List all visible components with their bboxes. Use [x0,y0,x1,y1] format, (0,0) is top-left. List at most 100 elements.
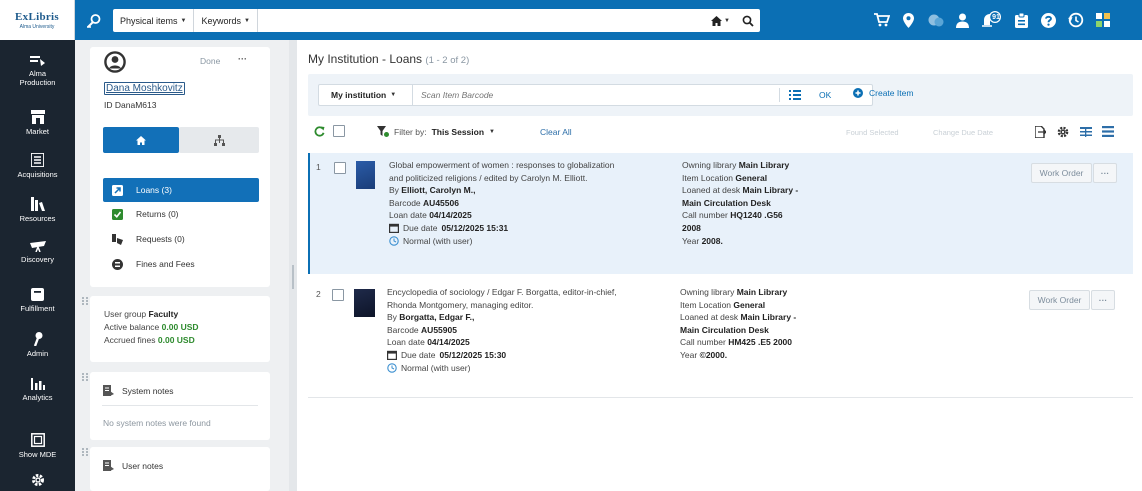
due-date-label: Due date [401,349,436,360]
hierarchy-icon [213,134,225,146]
columns-icon[interactable] [1080,127,1092,137]
chevron-down-icon: ▼ [489,128,495,135]
loan-title-line1[interactable]: Encyclopedia of sociology / Edgar F. Bor… [387,286,697,299]
owning-library-label: Owning library [682,160,737,170]
export-icon[interactable] [1035,126,1046,138]
nav-item-alma-production[interactable]: Alma Production [0,56,75,87]
loan-desk-label: Loaned at desk [680,312,739,323]
drag-handle-icon[interactable] [81,372,89,382]
page-count: (1 - 2 of 2) [425,55,470,66]
search-type-label: Physical items [120,15,178,26]
nav-item-settings[interactable] [0,473,75,490]
notes-icon [103,385,114,396]
found-selected-button[interactable]: Found Selected [846,128,899,137]
requests-icon [112,234,123,245]
nav-item-admin[interactable]: Admin [0,332,75,358]
loan-title-line2[interactable]: Rhonda Montgomery, managing editor. [387,299,697,312]
user-more-button[interactable]: ··· [238,54,247,64]
nav-item-discovery[interactable]: Discovery [0,241,75,264]
location-pin-icon[interactable] [900,10,917,30]
refresh-icon[interactable] [314,126,325,137]
search-field-label: Keywords [201,15,241,26]
clear-all-link[interactable]: Clear All [540,127,572,137]
panel-splitter[interactable] [289,40,297,491]
call-number-value: HQ1240 .G56 [730,210,783,221]
nav-item-market[interactable]: Market [0,110,75,136]
tab-hierarchy[interactable] [179,127,259,153]
user-name-link[interactable]: Dana Moshkovitz [104,82,185,95]
item-location-value: General [735,172,768,183]
create-item-button[interactable]: Create Item [853,88,913,98]
nav-item-fulfillment[interactable]: Fulfillment [0,288,75,313]
work-order-button[interactable]: Work Order [1031,163,1092,183]
menu-label: Requests (0) [136,234,185,244]
logo-text: ExLibris [15,10,59,23]
drag-handle-icon[interactable] [81,296,89,306]
search-icon[interactable] [742,15,754,27]
nav-item-analytics[interactable]: Analytics [0,378,75,402]
home-icon [711,15,723,26]
filter-icon [377,126,389,137]
apps-icon[interactable] [1094,10,1111,30]
table-row[interactable]: 1 Global empowerment of women : response… [308,153,1133,274]
row-more-button[interactable]: ··· [1093,163,1117,183]
notifications-icon[interactable]: 91 [981,10,1003,30]
row-checkbox[interactable] [332,289,344,301]
system-notes-title: System notes [122,386,174,396]
clipboard-icon[interactable] [1013,10,1030,30]
change-due-date-button[interactable]: Change Due Date [933,128,993,137]
select-all-checkbox[interactable] [333,125,345,137]
menu-item-requests[interactable]: Requests (0) [103,227,259,251]
help-icon[interactable] [1040,10,1057,30]
tasks-icon[interactable] [927,10,944,30]
cart-icon[interactable] [873,10,890,30]
done-button[interactable]: Done [200,56,220,66]
list-view-icon[interactable] [1102,126,1114,137]
nav-label: Discovery [21,255,54,264]
nav-item-acquisitions[interactable]: Acquisitions [0,153,75,179]
divider [102,405,258,406]
user-avatar-icon [104,51,126,73]
table-row[interactable]: 2 Encyclopedia of sociology / Edgar F. B… [308,280,1133,398]
filter-dropdown[interactable]: Filter by: This Session ▼ [377,126,495,137]
scope-dropdown[interactable]: My institution ▼ [319,85,413,105]
accrued-fines-value: 0.00 USD [157,335,195,345]
search-type-dropdown[interactable]: Physical items ▼ [113,9,195,32]
list-icon[interactable] [789,90,801,100]
user-icon[interactable] [954,10,971,30]
book-cover-thumbnail[interactable] [354,289,375,317]
acquisitions-icon [31,153,44,167]
system-notes-card: System notes No system notes were found [90,372,270,440]
menu-item-loans[interactable]: Loans (3) [103,178,259,202]
nav-item-show-mde[interactable]: Show MDE [0,433,75,459]
row-more-button[interactable]: ··· [1091,290,1115,310]
menu-item-returns[interactable]: Returns (0) [103,202,259,226]
active-balance-value: 0.00 USD [161,322,199,332]
nav-item-resources[interactable]: Resources [0,197,75,223]
row-index: 2 [316,289,321,299]
scan-barcode-input[interactable] [415,86,775,104]
divider [779,88,780,102]
gear-icon[interactable] [1057,126,1069,138]
search-input[interactable] [258,9,760,32]
loan-title-line1[interactable]: Global empowerment of women : responses … [389,159,699,172]
search-scope-dropdown[interactable]: ▼ [711,15,730,26]
search-field-dropdown[interactable]: Keywords ▼ [194,9,258,32]
nav-label: Alma Production [19,69,56,87]
item-location-value: General [733,299,766,310]
menu-item-fines[interactable]: Fines and Fees [103,252,259,276]
tab-home[interactable] [103,127,179,153]
work-order-button[interactable]: Work Order [1029,290,1090,310]
history-icon[interactable] [1067,10,1084,30]
chevron-down-icon: ▼ [390,92,397,98]
barcode-label: Barcode [387,324,419,335]
persistent-search-icon[interactable] [83,11,105,31]
book-cover-thumbnail[interactable] [356,161,375,189]
loan-date-label: Loan date [389,210,427,221]
chevron-down-icon: ▼ [724,17,730,24]
exlibris-logo[interactable]: ExLibris Alma University [0,0,75,40]
loan-title-line2[interactable]: and politicized religions / edited by Ca… [389,172,699,185]
drag-handle-icon[interactable] [81,447,89,457]
ok-button[interactable]: OK [819,90,831,100]
row-checkbox[interactable] [334,162,346,174]
